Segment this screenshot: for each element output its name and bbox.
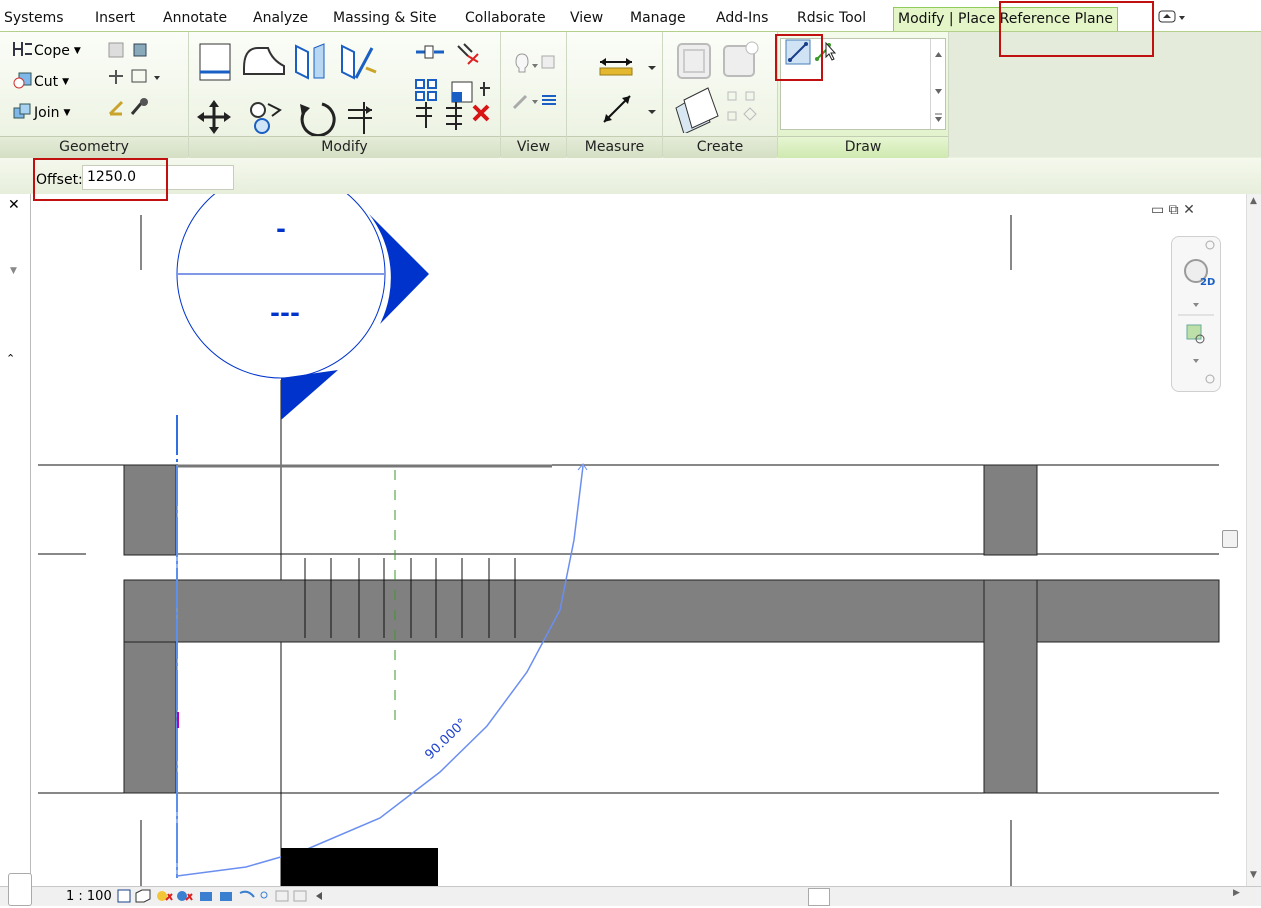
view-scale[interactable]: 1 : 100: [66, 889, 112, 904]
trim-icon: [348, 102, 372, 134]
draw-panel-label: Draw: [778, 136, 948, 158]
tab-manage[interactable]: Manage: [630, 10, 686, 26]
tab-annotate[interactable]: Annotate: [163, 10, 227, 26]
tab-systems[interactable]: Systems: [4, 10, 64, 26]
tab-add-ins[interactable]: Add-Ins: [716, 10, 768, 26]
vertical-scrollbar[interactable]: ▲ ▼: [1222, 194, 1261, 886]
offset-icon: [243, 47, 285, 75]
rotate-icon: [300, 102, 336, 138]
join-icon: [12, 102, 34, 124]
angle-dimension-label: 90.000°: [422, 716, 470, 763]
tab-massing-site[interactable]: Massing & Site: [333, 10, 437, 26]
move-icon: [197, 100, 231, 134]
horizontal-scroll-thumb[interactable]: [808, 888, 830, 906]
properties-palette-collapsed: ✕ ▼ ⌃: [0, 194, 31, 905]
mirror-draw-icon: [341, 44, 377, 80]
svg-text:2D: 2D: [1200, 277, 1215, 288]
close-icon[interactable]: ✕: [8, 197, 20, 213]
scale-icon: [451, 81, 473, 103]
drawing-canvas[interactable]: - --- 90.000° ▭ ⧉ ✕ 2D: [31, 194, 1246, 886]
cut-icon: [12, 71, 34, 93]
status-left-button[interactable]: [8, 873, 32, 906]
aligned-dimension-button[interactable]: [592, 42, 664, 135]
override-graphics-icon: [515, 53, 555, 73]
create-assembly-icon: [727, 91, 757, 121]
join-button[interactable]: Join ▼: [12, 102, 70, 124]
chevron-down-icon[interactable]: ▼: [10, 266, 17, 276]
create-group-icon: [677, 43, 711, 79]
join-label: Join: [34, 105, 60, 121]
measure-between-icon: [603, 95, 656, 123]
canvas-vscroll-thumb[interactable]: [1222, 530, 1238, 548]
unpin-icon: [457, 43, 479, 65]
trim-single-icon: [416, 102, 432, 128]
mirror-icon: [295, 43, 325, 80]
align-icon: [199, 43, 231, 81]
geometry-panel-label: Geometry: [0, 136, 188, 158]
window-controls[interactable]: ▭ ⧉ ✕: [1151, 202, 1195, 218]
modify-panel-label: Modify: [189, 136, 500, 158]
linework-icon: [512, 94, 556, 110]
navigation-bar: 2D: [1171, 236, 1221, 392]
tab-insert[interactable]: Insert: [95, 10, 135, 26]
tab-analyze[interactable]: Analyze: [253, 10, 308, 26]
scroll-right-icon[interactable]: ▶: [1233, 888, 1240, 898]
section-tag-top: -: [276, 215, 286, 243]
draw-gallery-scroll[interactable]: [930, 39, 946, 129]
steering-wheel-icon: 2D: [1184, 259, 1215, 288]
measure-panel-label: Measure: [567, 136, 662, 158]
section-tag-bottom: ---: [270, 299, 300, 327]
cope-icon: [12, 40, 34, 62]
cut-label: Cut: [34, 74, 59, 90]
highlight-offset-box: [33, 158, 168, 201]
split-icon: [416, 45, 444, 59]
pin-icon: [480, 82, 490, 96]
ribbon-minimize-icon[interactable]: [1158, 10, 1188, 27]
modify-tools: [196, 38, 496, 139]
view-panel-label: View: [501, 136, 566, 158]
cope-label: Cope: [34, 43, 70, 59]
highlight-tab-box: [999, 1, 1154, 57]
copy-icon: [250, 102, 282, 134]
cope-button[interactable]: Cope ▼: [12, 40, 81, 62]
trim-multiple-icon: [446, 102, 462, 130]
geometry-small-tools: [106, 40, 186, 138]
create-panel-label: Create: [663, 136, 777, 158]
array-icon: [415, 79, 437, 101]
cut-button[interactable]: Cut ▼: [12, 71, 69, 93]
aligned-dimension-icon: [599, 58, 633, 76]
tab-view[interactable]: View: [570, 10, 603, 26]
delete-icon: [472, 104, 490, 122]
view-control-bar: 1 : 100 ▶: [0, 873, 1261, 906]
create-tools: [670, 38, 780, 136]
highlight-line-tool-box: [775, 34, 823, 81]
zoom-icon: [1186, 324, 1205, 344]
tab-rdsic-tool[interactable]: Rdsic Tool: [797, 10, 866, 26]
create-parts-icon: [675, 87, 719, 135]
create-similar-icon: [723, 41, 759, 77]
collapse-icon[interactable]: ⌃: [6, 352, 15, 365]
view-tools: [510, 50, 560, 133]
tab-collaborate[interactable]: Collaborate: [465, 10, 546, 26]
